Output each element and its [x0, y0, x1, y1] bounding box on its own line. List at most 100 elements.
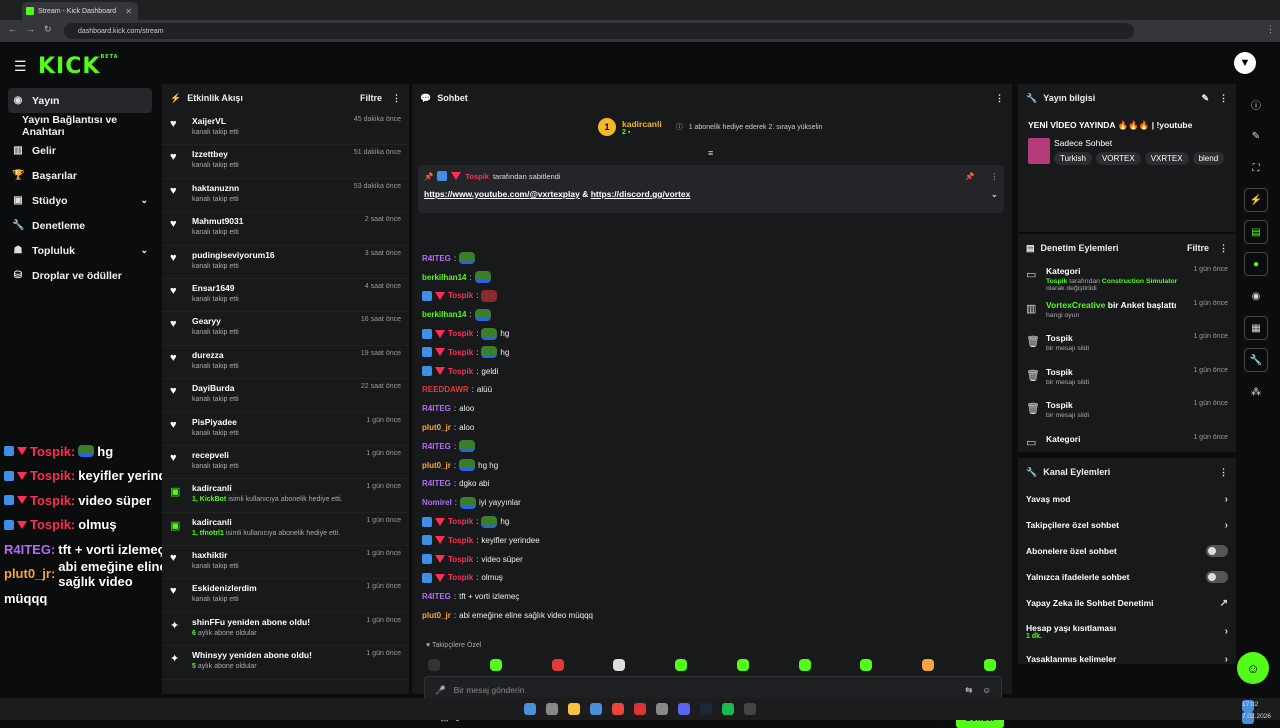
- search-icon[interactable]: [546, 703, 558, 715]
- emote-icon[interactable]: [613, 659, 626, 671]
- more-icon[interactable]: ⋮: [1219, 467, 1228, 478]
- info-icon[interactable]: ⓘ: [1244, 92, 1268, 116]
- steam-icon[interactable]: [700, 703, 712, 715]
- more-icon[interactable]: ⋮: [392, 93, 401, 104]
- chat-username[interactable]: R4ITEG: [422, 479, 451, 488]
- chat-username[interactable]: R4ITEG: [422, 404, 451, 413]
- mic-icon[interactable]: 🎤: [435, 685, 446, 696]
- tag-pill[interactable]: blend: [1192, 152, 1225, 165]
- sidebar-item[interactable]: ▥ Gelir: [0, 138, 160, 163]
- app-icon[interactable]: [590, 703, 602, 715]
- toggle-switch[interactable]: [1206, 571, 1228, 583]
- chat-username[interactable]: REEDDAWR: [422, 385, 469, 394]
- broadcast-icon[interactable]: ◉: [1244, 284, 1268, 308]
- wrench-icon[interactable]: 🔧: [1244, 348, 1268, 372]
- activity-user[interactable]: kadircanli: [192, 517, 340, 527]
- layout-icon[interactable]: ▦: [1244, 316, 1268, 340]
- chevron-right-icon[interactable]: ›: [1225, 494, 1228, 505]
- emote-icon[interactable]: [675, 659, 688, 671]
- chat-username[interactable]: plut0_jr: [422, 461, 451, 470]
- url-field[interactable]: dashboard.kick.com/stream: [64, 23, 1134, 39]
- chat-username[interactable]: Tospik: [448, 573, 473, 582]
- youtube-link[interactable]: https://www.youtube.com/@vxrtexplay: [424, 189, 580, 199]
- more-icon[interactable]: ⋮: [991, 172, 999, 181]
- channel-action-item[interactable]: Takipçilere özel sohbet ›: [1018, 512, 1236, 538]
- activity-user[interactable]: Izzettbey: [192, 149, 239, 159]
- chat-username[interactable]: Tospik: [448, 367, 473, 376]
- chat-username[interactable]: Tospik: [448, 517, 473, 526]
- browser-tab[interactable]: Stream - Kick Dashboard ✕: [22, 2, 138, 20]
- app-icon[interactable]: [656, 703, 668, 715]
- forward-icon[interactable]: →: [26, 24, 35, 34]
- emote-icon[interactable]: [860, 659, 873, 671]
- discord-icon[interactable]: [678, 703, 690, 715]
- chevron-down-icon[interactable]: ⌄: [991, 189, 998, 200]
- tag-pill[interactable]: VXRTEX: [1144, 152, 1189, 165]
- chat-username[interactable]: Nomirel: [422, 498, 452, 507]
- bolt-icon[interactable]: ⚡: [1244, 188, 1268, 212]
- spotify-icon[interactable]: [722, 703, 734, 715]
- channel-action-item[interactable]: Yavaş mod ›: [1018, 486, 1236, 512]
- activity-user[interactable]: PisPiyadee: [192, 417, 239, 427]
- channel-action-item[interactable]: Yapay Zeka ile Sohbet Denetimi ↗: [1018, 590, 1236, 616]
- chat-username[interactable]: Tospik: [448, 555, 473, 564]
- emote-icon[interactable]: [428, 659, 440, 671]
- profile-avatar[interactable]: ▼: [1234, 52, 1256, 74]
- activity-user[interactable]: DayiBurda: [192, 383, 239, 393]
- activity-user[interactable]: shinFFu yeniden abone oldu!: [192, 617, 310, 627]
- list-icon[interactable]: ▤: [1244, 220, 1268, 244]
- activity-user[interactable]: Gearyy: [192, 316, 239, 326]
- toggle-switch[interactable]: [1206, 545, 1228, 557]
- more-icon[interactable]: ⋮: [995, 93, 1004, 104]
- activity-user[interactable]: pudingiseviyorum16: [192, 250, 275, 260]
- chat-username[interactable]: Tospik: [448, 348, 473, 357]
- external-link-icon[interactable]: ↗: [1220, 598, 1228, 609]
- activity-user[interactable]: haxhiktir: [192, 550, 239, 560]
- support-chat-icon[interactable]: ☺: [1237, 652, 1269, 684]
- chevron-right-icon[interactable]: ›: [1225, 654, 1228, 663]
- filter-button[interactable]: Filtre: [1187, 243, 1209, 253]
- more-icon[interactable]: ⋮: [1219, 93, 1228, 104]
- activity-user[interactable]: Mahmut9031: [192, 216, 244, 226]
- tag-pill[interactable]: Turkish: [1054, 152, 1092, 165]
- channel-action-item[interactable]: Abonelere özel sohbet: [1018, 538, 1236, 564]
- fullscreen-icon[interactable]: ⛶: [1244, 156, 1268, 180]
- chat-username[interactable]: R4ITEG: [422, 254, 451, 263]
- more-icon[interactable]: ⋮: [1219, 243, 1228, 254]
- discord-link[interactable]: https://discord.gg/vortex: [591, 189, 691, 199]
- tag-pill[interactable]: VORTEX: [1095, 152, 1141, 165]
- emote-icon[interactable]: [798, 659, 811, 671]
- hamburger-menu-icon[interactable]: ☰: [14, 58, 27, 75]
- chat-username[interactable]: R4ITEG: [422, 592, 451, 601]
- close-tab-icon[interactable]: ✕: [125, 7, 132, 16]
- activity-user[interactable]: Eskidenizlerdim: [192, 583, 257, 593]
- activity-user[interactable]: recepveli: [192, 450, 239, 460]
- emote-icon[interactable]: [489, 659, 502, 671]
- emote-icon[interactable]: [736, 659, 749, 671]
- channel-action-item[interactable]: Yalnızca ifadelerle sohbet: [1018, 564, 1236, 590]
- channel-action-item[interactable]: Hesap yaşı kısıtlaması 1 dk. ›: [1018, 616, 1236, 646]
- edit-icon[interactable]: ✎: [1244, 124, 1268, 148]
- share-icon[interactable]: ⁂: [1244, 380, 1268, 404]
- sidebar-item[interactable]: ☗ Topluluk ⌄: [0, 238, 160, 263]
- chat-username[interactable]: Tospik: [448, 536, 473, 545]
- chevron-right-icon[interactable]: ›: [1225, 520, 1228, 531]
- chat-username[interactable]: Tospik: [448, 291, 473, 300]
- back-icon[interactable]: ←: [8, 24, 17, 34]
- edit-icon[interactable]: ✎: [1201, 93, 1209, 104]
- sidebar-item[interactable]: 🔧 Denetleme: [0, 213, 160, 238]
- chat-username[interactable]: R4ITEG: [422, 442, 451, 451]
- files-icon[interactable]: [568, 703, 580, 715]
- app-icon[interactable]: [634, 703, 646, 715]
- sidebar-item[interactable]: Yayın Bağlantısı ve Anahtarı: [0, 113, 160, 138]
- unpin-icon[interactable]: 📌: [965, 172, 974, 181]
- kick-logo[interactable]: KICKBETA: [38, 54, 119, 79]
- filter-button[interactable]: Filtre: [360, 93, 382, 103]
- chat-bubble-icon[interactable]: ●: [1244, 252, 1268, 276]
- activity-user[interactable]: Ensar1649: [192, 283, 239, 293]
- chat-username[interactable]: Tospik: [448, 329, 473, 338]
- sidebar-item[interactable]: 🏆 Başarılar: [0, 163, 160, 188]
- translate-icon[interactable]: ⇆: [965, 685, 972, 696]
- sidebar-item[interactable]: ◉ Yayın: [8, 88, 152, 113]
- emote-icon[interactable]: [983, 659, 996, 671]
